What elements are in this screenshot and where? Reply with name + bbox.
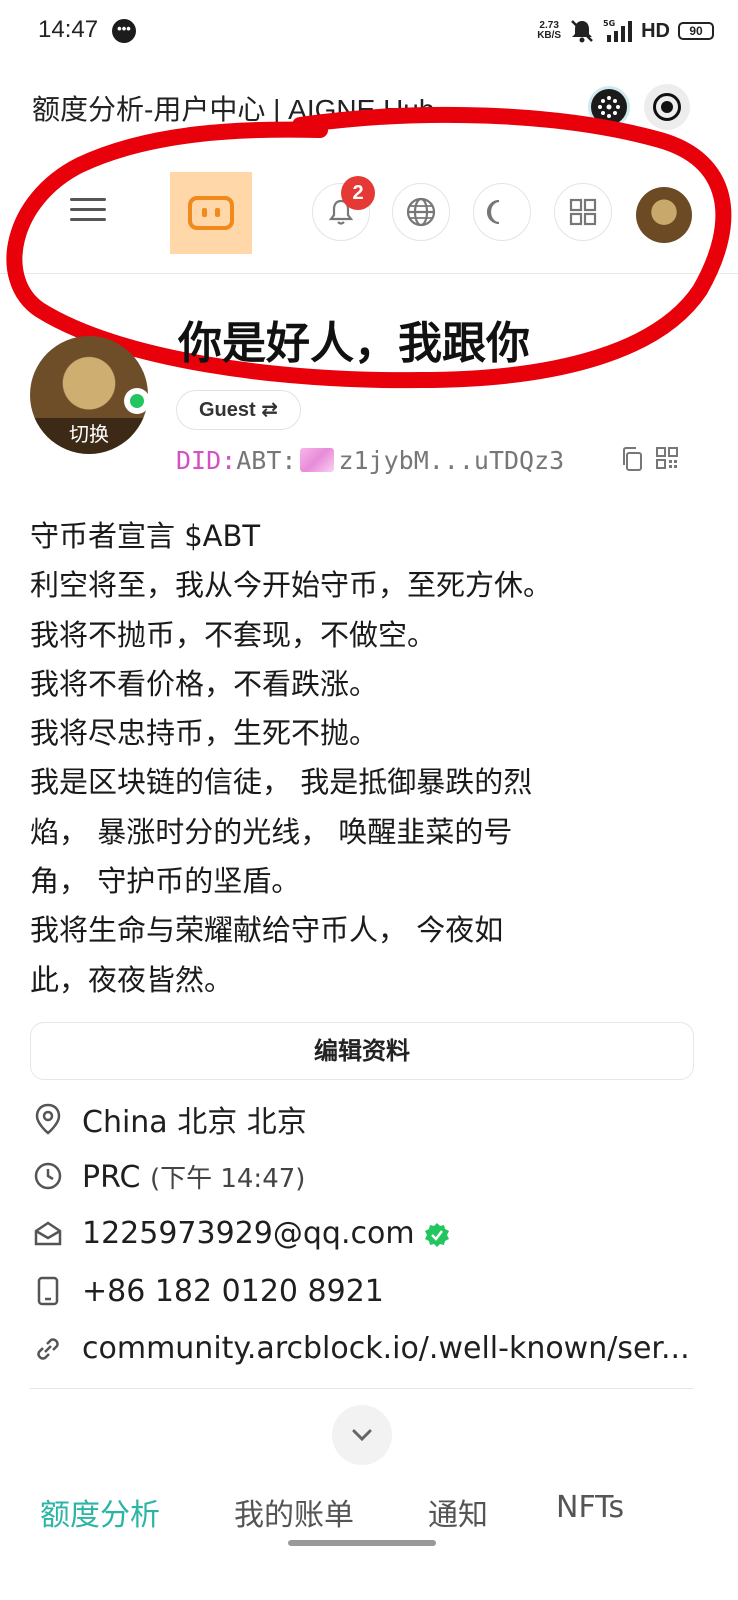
link-icon xyxy=(37,1338,59,1360)
location-text: China 北京 北京 xyxy=(82,1104,307,1140)
app-title-bar: 额度分析-用户中心 | AIGNE Hub xyxy=(0,64,738,150)
edit-profile-button[interactable]: 编辑资料 xyxy=(30,1022,694,1080)
battery-icon: 90 xyxy=(678,22,714,40)
link-row: community.arcblock.io/.well-known/ser... xyxy=(30,1320,700,1378)
app-header: 2 xyxy=(0,150,738,274)
link-text[interactable]: community.arcblock.io/.well-known/ser... xyxy=(82,1331,690,1366)
apps-button[interactable] xyxy=(554,183,612,241)
app-logo[interactable] xyxy=(170,172,252,254)
did-chain: ABT: xyxy=(236,445,297,475)
profile-tabs: 额度分析 我的账单 通知 NFTs xyxy=(0,1490,738,1530)
profile-slogan: 你是好人，我跟你 xyxy=(178,318,530,369)
message-notification-icon: ••• xyxy=(112,19,136,43)
notifications-button[interactable]: 2 xyxy=(312,176,375,241)
verified-icon xyxy=(424,1222,449,1247)
did-address: DID: ABT: z1jybM...uTDQz3 xyxy=(176,440,564,480)
phone-row: +86 182 0120 8921 xyxy=(30,1263,700,1321)
signal-icon: 5G xyxy=(603,19,633,42)
close-mini-app-button[interactable] xyxy=(644,84,690,130)
page-title: 额度分析-用户中心 | AIGNE Hub xyxy=(32,94,435,125)
tab-notifications[interactable]: 通知 xyxy=(428,1490,488,1530)
language-button[interactable] xyxy=(392,183,450,241)
expand-button[interactable] xyxy=(332,1405,392,1465)
timezone-text: PRC (下午 14:47) xyxy=(82,1159,306,1195)
tab-my-bills[interactable]: 我的账单 xyxy=(234,1490,354,1530)
location-row: China 北京 北京 xyxy=(30,1090,700,1148)
globe-icon xyxy=(406,197,436,227)
email-text[interactable]: 1225973929@qq.com xyxy=(82,1216,451,1251)
dots-cluster-icon xyxy=(598,96,620,118)
local-time: (下午 14:47) xyxy=(149,1163,306,1194)
status-bar: 14:47 ••• 2.73 KB/S 5G HD 90 xyxy=(0,0,738,64)
profile-info-list: China 北京 北京 PRC (下午 14:47) 1225973929@qq… xyxy=(30,1090,700,1378)
mute-icon xyxy=(571,20,593,43)
role-switch-chip[interactable]: Guest ⇄ xyxy=(176,390,301,430)
status-time: 14:47 xyxy=(38,16,99,43)
timezone-row: PRC (下午 14:47) xyxy=(30,1148,700,1206)
mail-icon xyxy=(34,1221,62,1245)
status-indicators: 2.73 KB/S 5G HD 90 xyxy=(537,16,714,46)
notification-badge: 2 xyxy=(341,176,375,210)
clock-icon xyxy=(34,1163,62,1190)
apps-grid-icon xyxy=(569,198,597,226)
chevron-down-icon xyxy=(352,1429,372,1442)
location-pin-icon xyxy=(35,1103,61,1135)
logo-mark xyxy=(188,196,234,230)
online-status-indicator xyxy=(124,388,150,414)
menu-icon[interactable] xyxy=(70,198,106,224)
switch-avatar-label[interactable]: 切换 xyxy=(30,418,148,454)
phone-text[interactable]: +86 182 0120 8921 xyxy=(82,1274,384,1309)
svg-text:5G: 5G xyxy=(603,19,615,28)
moon-icon xyxy=(487,199,500,225)
divider xyxy=(30,1388,694,1389)
mini-app-menu-button[interactable] xyxy=(588,86,630,128)
did-avatar-swatch xyxy=(300,448,335,472)
network-speed: 2.73 KB/S xyxy=(537,20,562,41)
copy-icon[interactable] xyxy=(620,446,644,472)
did-short: z1jybM...uTDQz3 xyxy=(338,445,565,475)
tab-quota-analysis[interactable]: 额度分析 xyxy=(40,1490,160,1530)
email-row: 1225973929@qq.com xyxy=(30,1205,700,1263)
home-indicator[interactable] xyxy=(288,1540,436,1546)
phone-icon xyxy=(37,1277,59,1306)
theme-toggle-button[interactable] xyxy=(473,183,531,241)
hd-indicator: HD xyxy=(641,19,670,42)
profile-bio: 守币者宣言 $ABT 利空将至，我从今开始守币，至死方休。 我将不抛币，不套现，… xyxy=(30,519,553,997)
qr-code-icon[interactable] xyxy=(655,446,679,470)
did-prefix: DID: xyxy=(176,445,237,475)
tab-nfts[interactable]: NFTs xyxy=(556,1490,624,1525)
user-avatar[interactable] xyxy=(636,187,692,243)
